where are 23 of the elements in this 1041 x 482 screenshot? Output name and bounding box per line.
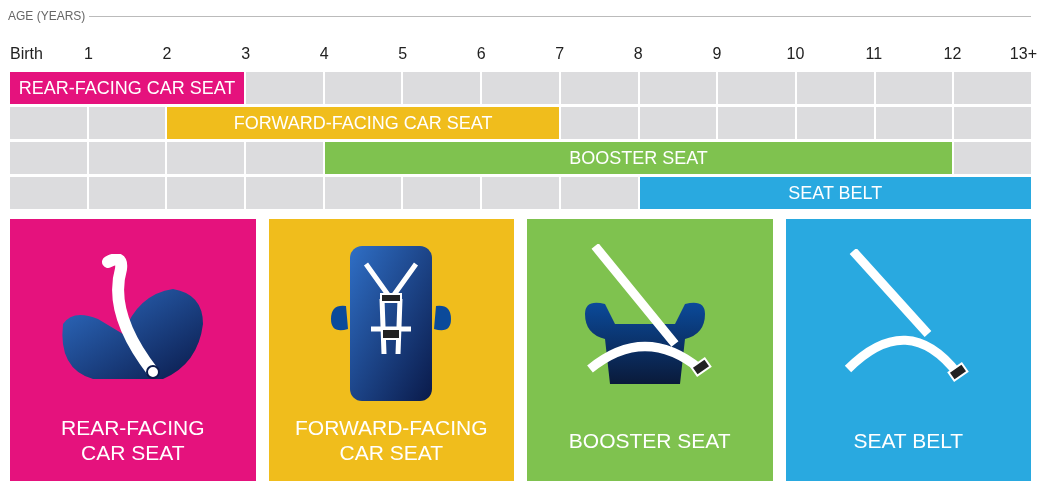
seat-card-title: REAR-FACING CAR SEAT [61, 415, 205, 465]
age-label: 1 [84, 44, 93, 64]
age-range-label: REAR-FACING CAR SEAT [18, 76, 236, 100]
seat-card-title: FORWARD-FACING CAR SEAT [295, 415, 488, 465]
axis-title: AGE (YEARS) [8, 8, 86, 25]
age-label: 3 [241, 44, 251, 64]
age-label: 2 [162, 44, 172, 64]
age-label: Birth [10, 44, 43, 64]
age-label: 7 [555, 44, 565, 64]
age-label: 5 [398, 44, 408, 64]
seat-card-title: SEAT BELT [853, 427, 964, 453]
age-label: 4 [319, 44, 329, 64]
age-label: 6 [476, 44, 486, 64]
age-label: 8 [633, 44, 643, 64]
seat-card-title: BOOSTER SEAT [568, 427, 731, 453]
age-label: 12 [943, 44, 962, 64]
age-label: 9 [712, 44, 722, 64]
age-range-label: SEAT BELT [788, 181, 883, 205]
age-range-label: BOOSTER SEAT [569, 146, 708, 170]
age-range-label: FORWARD-FACING CAR SEAT [233, 111, 493, 135]
age-label: 11 [865, 44, 883, 64]
age-label: 13+ [1009, 44, 1037, 64]
age-label: 10 [786, 44, 805, 64]
